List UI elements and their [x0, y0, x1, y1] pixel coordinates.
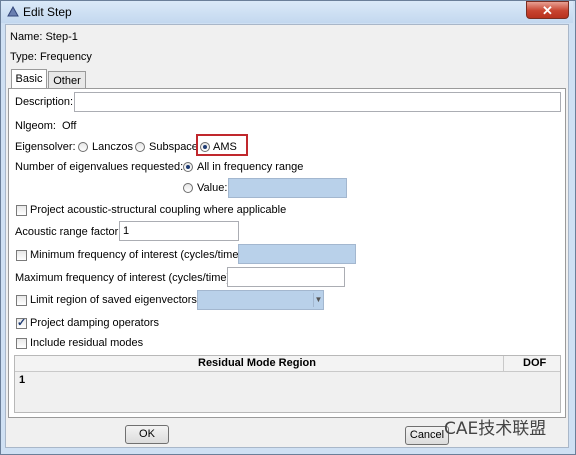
include-residual-checkbox[interactable] [16, 338, 27, 349]
all-in-range-label[interactable]: All in frequency range [197, 161, 303, 173]
acoustic-range-input[interactable]: 1 [119, 221, 239, 241]
subspace-label[interactable]: Subspace [149, 141, 198, 153]
window-title: Edit Step [23, 5, 72, 19]
acoustic-range-label: Acoustic range factor: [15, 226, 122, 238]
title-bar[interactable]: Edit Step [1, 1, 573, 23]
ok-button[interactable]: OK [125, 425, 169, 444]
num-eigen-label: Number of eigenvalues requested: [15, 161, 184, 173]
project-acoustic-checkbox[interactable] [16, 205, 27, 216]
description-input[interactable] [74, 92, 561, 112]
nlgeom-value: Off [62, 120, 77, 132]
value-input[interactable] [228, 178, 347, 198]
max-freq-label: Maximum frequency of interest (cycles/ti… [15, 272, 234, 284]
tab-other[interactable]: Other [48, 71, 86, 89]
limit-region-checkbox[interactable] [16, 295, 27, 306]
value-label[interactable]: Value: [197, 182, 227, 194]
step-type: Type: Frequency [10, 51, 92, 63]
lanczos-radio[interactable] [78, 142, 88, 152]
column-header-region[interactable]: Residual Mode Region [198, 357, 316, 369]
description-label: Description: [15, 96, 74, 108]
close-button[interactable]: ✕ [526, 1, 569, 19]
eigensolver-label: Eigensolver: [15, 141, 76, 153]
min-freq-input[interactable] [238, 244, 356, 264]
column-header-dof[interactable]: DOF [523, 357, 546, 369]
table-row[interactable]: 1 [15, 372, 560, 388]
cancel-button[interactable]: Cancel [405, 426, 449, 445]
max-freq-input[interactable] [227, 267, 345, 287]
nlgeom-label: Nlgeom: [15, 120, 56, 132]
project-acoustic-label[interactable]: Project acoustic-structural coupling whe… [30, 204, 286, 216]
all-in-range-radio[interactable] [183, 162, 193, 172]
table-header: Residual Mode Region DOF [15, 356, 560, 372]
step-name: Name: Step-1 [10, 31, 78, 43]
value-radio[interactable] [183, 183, 193, 193]
lanczos-label[interactable]: Lanczos [92, 141, 133, 153]
include-residual-label[interactable]: Include residual modes [30, 337, 143, 349]
app-icon [7, 6, 19, 17]
project-damping-checkbox[interactable] [16, 316, 27, 329]
min-freq-checkbox[interactable] [16, 250, 27, 261]
tab-basic[interactable]: Basic [11, 69, 47, 89]
min-freq-label[interactable]: Minimum frequency of interest (cycles/ti… [30, 249, 245, 261]
limit-region-label[interactable]: Limit region of saved eigenvectors: [30, 294, 200, 306]
chevron-down-icon[interactable]: ▼ [313, 293, 323, 307]
project-damping-label[interactable]: Project damping operators [30, 317, 159, 329]
limit-region-select[interactable] [197, 290, 324, 310]
ams-radio[interactable] [200, 142, 210, 152]
watermark: CAE技术联盟 [444, 419, 547, 439]
subspace-radio[interactable] [135, 142, 145, 152]
ams-label[interactable]: AMS [213, 141, 237, 153]
row-index: 1 [19, 374, 26, 386]
residual-mode-table: Residual Mode Region DOF 1 [14, 355, 561, 413]
column-divider [503, 356, 504, 371]
